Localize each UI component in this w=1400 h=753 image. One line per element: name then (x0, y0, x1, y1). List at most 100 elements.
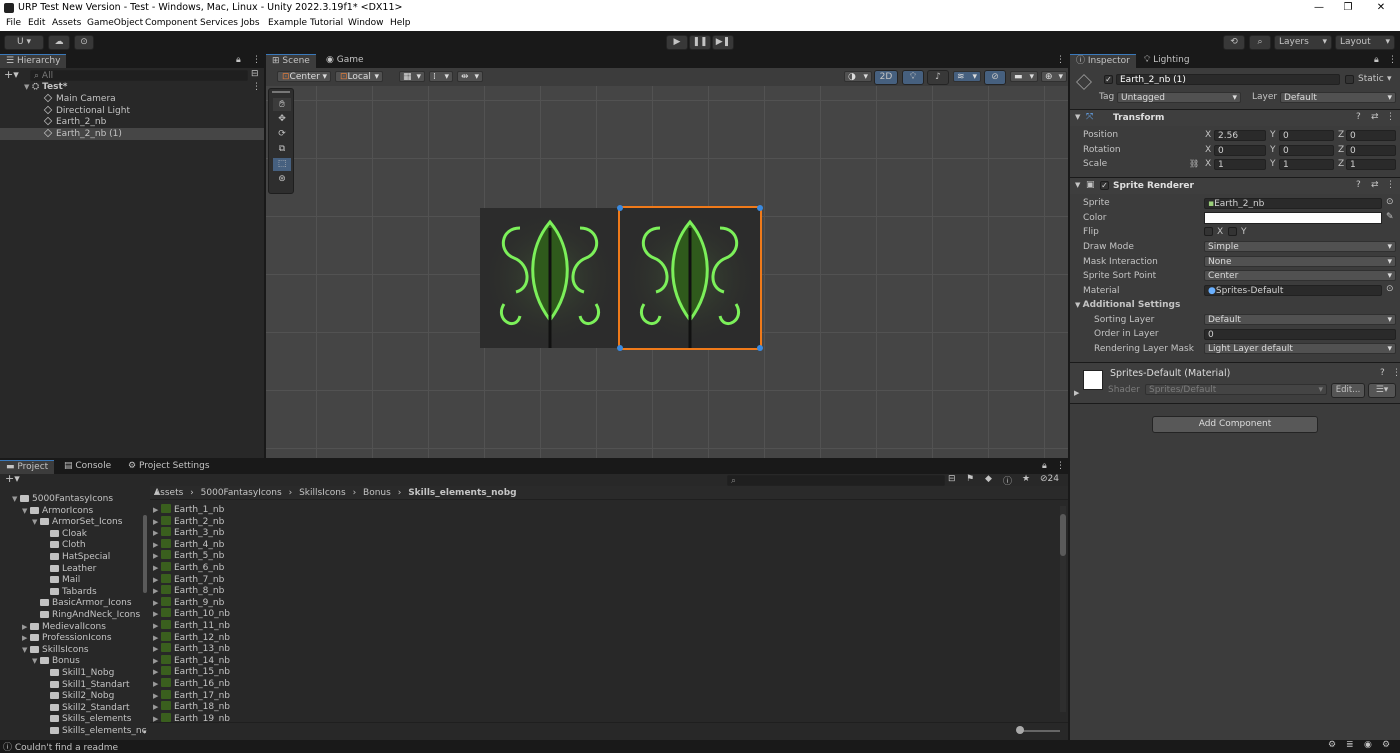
more-options-icon[interactable]: ⋮ (252, 55, 261, 65)
color-swatch[interactable] (1204, 212, 1382, 224)
folder-tree-item[interactable]: Leather (42, 564, 96, 575)
sprite-renderer-enabled-checkbox[interactable]: ✓ (1100, 181, 1109, 190)
step-button[interactable]: ▶❚ (712, 35, 734, 50)
foldout-arrow-icon[interactable]: ▶ (153, 540, 161, 551)
cache-server-icon[interactable]: ≣ (1346, 740, 1354, 750)
menu-gameobject[interactable]: GameObject (87, 18, 143, 28)
shader-list-icon[interactable]: ☰▾ (1368, 383, 1396, 398)
create-button[interactable]: +▾ (4, 69, 19, 80)
rect-handle-icon[interactable] (617, 205, 623, 211)
increment-snap-dropdown[interactable]: ⁞ (429, 71, 453, 82)
sorting-layer-dropdown[interactable]: Default (1204, 314, 1396, 325)
tag-dropdown[interactable]: Untagged (1117, 92, 1241, 103)
eyedropper-icon[interactable]: ✎ (1386, 212, 1394, 222)
pivot-local-dropdown[interactable]: ⊡Local (335, 71, 383, 82)
hand-tool-icon[interactable]: ✋︎ (273, 98, 291, 111)
menu-file[interactable]: File (6, 18, 21, 28)
sprite-sort-point-dropdown[interactable]: Center (1204, 270, 1396, 281)
folder-tree-item[interactable]: ▶ ProfessionIcons (22, 633, 112, 644)
foldout-arrow-icon[interactable]: ▼ (12, 494, 20, 505)
overlay-grip[interactable] (272, 91, 290, 93)
tab-console[interactable]: ▤ Console (58, 460, 117, 474)
asset-list-item[interactable]: ▶ Earth_6_nb (153, 562, 224, 573)
tab-inspector[interactable]: ⓘ Inspector (1070, 54, 1136, 68)
audio-toggle-icon[interactable]: ♪ (927, 70, 949, 85)
pause-button[interactable]: ❚❚ (689, 35, 711, 50)
asset-list-item[interactable]: ▶ Earth_8_nb (153, 585, 224, 596)
breadcrumb-item[interactable]: Assets (154, 488, 183, 498)
asset-scrollbar-track[interactable] (1060, 506, 1066, 712)
icon-size-slider-thumb[interactable] (1016, 726, 1024, 734)
project-search-input[interactable]: ⌕ (727, 475, 945, 486)
foldout-arrow-icon[interactable]: ▶ (22, 622, 30, 633)
draw-mode-dropdown[interactable]: ◑ (844, 71, 872, 82)
foldout-arrow-icon[interactable]: ▶ (153, 679, 161, 690)
camera-dropdown[interactable]: ▬ (1010, 71, 1038, 82)
folder-tree-item[interactable]: Cloak (42, 529, 87, 540)
hidden-packages-count[interactable]: ⊘24 (1040, 474, 1059, 484)
rotate-tool-icon[interactable]: ⟳ (273, 128, 291, 141)
scale-x-field[interactable]: 1 (1214, 159, 1266, 170)
material-foldout-icon[interactable]: ▶ (1074, 389, 1079, 397)
asset-list-item[interactable]: ▶ Earth_14_nb (153, 654, 230, 667)
folder-tree-item[interactable]: Skill2_Nobg (42, 691, 114, 702)
layer-dropdown[interactable]: Default (1280, 92, 1396, 103)
rotation-z-field[interactable]: 0 (1346, 145, 1396, 156)
tab-lighting[interactable]: 💡︎ Lighting (1138, 54, 1196, 68)
history-icon[interactable]: ⟲ (1223, 35, 1245, 50)
preset-icon[interactable]: ⇄ (1371, 112, 1379, 122)
lighting-bake-icon[interactable]: ◉ (1364, 740, 1372, 750)
collab-icon[interactable]: ⊙ (74, 35, 94, 50)
scale-tool-icon[interactable]: ⧉ (273, 143, 291, 156)
foldout-arrow-icon[interactable]: ▶ (153, 563, 161, 574)
more-options-icon[interactable]: ⋮ (1056, 55, 1065, 65)
foldout-arrow-icon[interactable]: ▼ (32, 517, 40, 528)
hidden-objects-icon[interactable]: ⊘ (984, 70, 1006, 85)
folder-tree-item[interactable]: Skill2_Standart (42, 703, 130, 714)
rect-handle-icon[interactable] (617, 345, 623, 351)
hierarchy-search-input[interactable]: ⌕ All (30, 70, 248, 81)
folder-tree-item[interactable]: Skill1_Standart (42, 680, 130, 691)
material-field[interactable]: ●Sprites-Default (1204, 285, 1382, 296)
folder-tree-item[interactable]: ▼ ArmorSet_Icons (32, 517, 122, 528)
menu-jobs[interactable]: Jobs (241, 18, 260, 28)
lock-icon[interactable]: 🔒︎ (236, 55, 241, 65)
folder-tree-item[interactable]: HatSpecial (42, 552, 110, 563)
rotation-x-field[interactable]: 0 (1214, 145, 1266, 156)
gizmos-dropdown[interactable]: ⊕ (1041, 71, 1067, 82)
foldout-arrow-icon[interactable]: ▶ (153, 609, 161, 620)
foldout-arrow-icon[interactable]: ▼ (22, 506, 30, 517)
tree-scroll-down-icon[interactable]: ▾ (143, 728, 147, 736)
profiler-icon[interactable]: ⚙ (1328, 740, 1336, 750)
asset-list-item[interactable]: ▶ Earth_1_nb (153, 504, 224, 515)
hierarchy-item-directional-light[interactable]: Directional Light (43, 105, 130, 117)
foldout-arrow-icon[interactable]: ▶ (153, 667, 161, 678)
tree-scrollbar[interactable] (143, 515, 147, 593)
breadcrumb-item[interactable]: 5000FantasyIcons (201, 488, 282, 498)
breadcrumb-current[interactable]: Skills_elements_nobg (408, 488, 516, 498)
foldout-arrow-icon[interactable]: ▶ (22, 633, 30, 644)
play-button[interactable]: ▶ (666, 35, 688, 50)
draw-mode-dropdown[interactable]: Simple (1204, 241, 1396, 252)
position-y-field[interactable]: 0 (1279, 130, 1334, 141)
foldout-arrow-icon[interactable]: ▶ (153, 528, 161, 539)
object-name-field[interactable]: Earth_2_nb (1) (1116, 74, 1340, 85)
mask-interaction-dropdown[interactable]: None (1204, 256, 1396, 267)
rotation-y-field[interactable]: 0 (1279, 145, 1334, 156)
folder-tree-item[interactable]: Skills_elements_nc (42, 726, 147, 737)
preset-icon[interactable]: ⇄ (1371, 180, 1379, 190)
constrain-scale-icon[interactable]: ⛓︎ (1189, 159, 1199, 168)
static-dropdown-icon[interactable]: ▾ (1387, 74, 1392, 84)
hierarchy-item-earth-2[interactable]: Earth_2_nb (43, 116, 106, 128)
foldout-arrow-icon[interactable]: ▶ (153, 551, 161, 562)
more-options-icon[interactable]: ⋮ (1056, 461, 1065, 471)
foldout-arrow-icon[interactable]: ▶ (153, 656, 161, 667)
rect-handle-icon[interactable] (757, 205, 763, 211)
lock-icon[interactable]: 🔒︎ (1042, 461, 1047, 471)
active-checkbox[interactable]: ✓ (1104, 75, 1113, 84)
tab-game[interactable]: ◉ Game (320, 54, 370, 68)
rendering-layer-mask-dropdown[interactable]: Light Layer default (1204, 343, 1396, 354)
folder-tree-item[interactable]: ▼ SkillsIcons (22, 645, 89, 656)
hierarchy-item-earth-2-copy[interactable]: Earth_2_nb (1) (43, 128, 122, 140)
asset-list-item[interactable]: ▶ Earth_17_nb (153, 689, 230, 701)
